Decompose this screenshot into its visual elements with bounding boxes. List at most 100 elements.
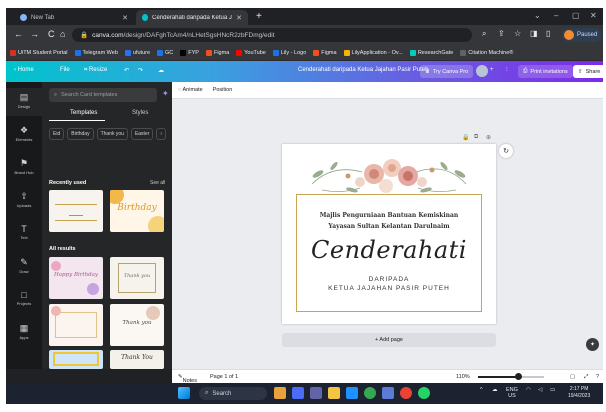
forward-icon[interactable]: → <box>30 29 39 39</box>
cloud-icon[interactable]: ☁ <box>158 67 164 74</box>
rail-item-apps[interactable]: ▦ Apps <box>6 319 42 347</box>
bookmark-item[interactable]: Telegram Web <box>74 49 118 56</box>
rail-item-brand-hub[interactable]: ⚑ Brand Hub <box>6 154 42 182</box>
user-avatar[interactable] <box>476 65 488 77</box>
maximize-icon[interactable]: ▢ <box>572 11 580 20</box>
profile-button[interactable]: Paused <box>562 28 603 42</box>
rail-item-projects[interactable]: □ Projects <box>6 286 42 314</box>
zoom-slider-handle[interactable] <box>514 373 522 380</box>
analytics-icon[interactable]: ⫶ <box>506 67 508 74</box>
see-all-link[interactable]: See all <box>150 180 165 186</box>
back-icon[interactable]: ← <box>14 29 23 39</box>
wifi-icon[interactable]: ◠ <box>526 387 531 393</box>
rail-item-draw[interactable]: ✎ Draw <box>6 253 42 281</box>
assistant-icon[interactable]: ✦ <box>586 338 599 351</box>
help-icon[interactable]: ? <box>596 374 599 380</box>
share-button[interactable]: ⇧ Share <box>573 65 603 78</box>
reload-icon[interactable]: C <box>48 29 55 39</box>
chrome-taskbar-icon[interactable] <box>364 387 376 399</box>
result-thumb-6[interactable]: Thank You <box>110 350 164 369</box>
lock-page-icon[interactable]: 🔒 <box>462 134 469 141</box>
card-line-1[interactable]: Majlis Pengurniaan Bantuan Kemiskinan <box>282 212 496 219</box>
try-pro-button[interactable]: ♛ Try Canva Pro <box>420 65 474 78</box>
chip-easter[interactable]: Easter <box>130 128 154 140</box>
bookmark-item[interactable]: Figma <box>205 49 229 56</box>
tab-styles[interactable]: Styles <box>132 110 148 116</box>
minimize-icon[interactable]: – <box>554 11 558 20</box>
template-search-input[interactable]: ⌕ Search Card templates <box>49 88 157 102</box>
windows-start-icon[interactable] <box>178 387 190 399</box>
file-explorer-icon[interactable] <box>328 387 340 399</box>
bookmark-item[interactable]: Figma <box>313 49 337 56</box>
extensions-icon[interactable]: ◨ <box>530 29 538 38</box>
result-thumb-3[interactable] <box>49 304 103 346</box>
language-indicator[interactable]: ENG US <box>506 387 518 399</box>
rail-item-text[interactable]: T Text <box>6 220 42 248</box>
volume-icon[interactable]: ◁ <box>538 387 542 393</box>
close-icon[interactable]: ✕ <box>236 14 242 22</box>
zoom-slider[interactable] <box>478 373 544 380</box>
home-button[interactable]: ‹ Home <box>14 67 34 73</box>
bookmark-item[interactable]: UiTM Student Portal <box>10 49 68 56</box>
redo-icon[interactable]: ↷ <box>138 67 143 74</box>
chip-birthday[interactable]: Birthday <box>67 128 94 140</box>
app-icon[interactable] <box>400 387 412 399</box>
chevron-right-icon[interactable]: › <box>156 128 167 140</box>
task-view-icon[interactable] <box>292 387 304 399</box>
system-clock[interactable]: 2:17 PM 19/4/2023 <box>568 386 590 400</box>
chip-eid[interactable]: Eid <box>49 128 65 140</box>
design-page[interactable]: Majlis Pengurniaan Bantuan Kemiskinan Ya… <box>282 144 496 324</box>
bookmark-item[interactable]: Citation Machine® <box>460 49 513 56</box>
fullscreen-icon[interactable]: ⤢ <box>584 374 588 381</box>
bookmark-item[interactable]: YouTube <box>236 49 266 56</box>
card-line-2[interactable]: Yayasan Sultan Kelantan Darulnaim <box>282 223 496 230</box>
close-icon[interactable]: ✕ <box>122 14 128 22</box>
card-line-4[interactable]: KETUA JAJAHAN PASIR PUTEH <box>282 285 496 292</box>
undo-icon[interactable]: ↶ <box>124 67 129 74</box>
notes-button[interactable]: ✎ Notes <box>178 374 197 384</box>
whatsapp-icon[interactable] <box>418 387 430 399</box>
document-title[interactable]: Cenderahati daripada Ketua Jajahan Pasir… <box>298 67 428 73</box>
duplicate-page-icon[interactable]: ⧉ <box>474 134 478 141</box>
recent-thumb-2[interactable]: Birthday <box>110 190 164 232</box>
bookmark-item[interactable]: ufuture <box>124 49 150 56</box>
position-button[interactable]: Position <box>213 87 233 93</box>
print-invitations-button[interactable]: ⎙ Print invitations <box>518 65 573 78</box>
edge-icon[interactable] <box>346 387 358 399</box>
result-thumb-5[interactable] <box>49 350 103 369</box>
share-page-icon[interactable]: ⇪ <box>498 29 505 38</box>
teams-icon[interactable] <box>310 387 322 399</box>
bookmark-item[interactable]: LilyApplication - Ov... <box>343 49 403 56</box>
window-close-icon[interactable]: ✕ <box>590 11 597 20</box>
rotate-icon[interactable]: ↻ <box>499 144 513 158</box>
cloud-tray-icon[interactable]: ☁ <box>492 387 498 393</box>
add-page-button[interactable]: + Add page <box>282 333 496 347</box>
file-menu[interactable]: File <box>60 67 70 73</box>
bookmark-item[interactable]: ResearchGate <box>409 49 453 56</box>
tab-new-tab[interactable]: New Tab ✕ <box>14 10 134 25</box>
result-thumb-4[interactable]: Thank you <box>110 304 164 346</box>
tab-canva[interactable]: Cenderahati daripada Ketua Jajah ✕ <box>136 10 248 25</box>
chevron-down-icon[interactable]: ⌄ <box>534 11 541 20</box>
result-thumb-1[interactable]: Happy Birthday <box>49 257 103 299</box>
rail-item-uploads[interactable]: ⇧ Uploads <box>6 187 42 215</box>
add-page-icon[interactable]: ⊕ <box>486 134 491 141</box>
magic-icon[interactable]: ✦ <box>162 89 169 98</box>
bookmark-item[interactable]: GC <box>157 49 173 56</box>
recent-thumb-1[interactable] <box>49 190 103 232</box>
sidepanel-icon[interactable]: ▯ <box>546 29 550 38</box>
zoom-lens-icon[interactable]: ⌕ <box>482 29 486 39</box>
pages-grid-icon[interactable]: ▢ <box>570 374 575 380</box>
widgets-icon[interactable] <box>274 387 286 399</box>
animate-button[interactable]: ◌ Animate <box>178 87 203 93</box>
tab-templates[interactable]: Templates <box>70 110 97 116</box>
result-thumb-2[interactable]: Thank you <box>110 257 164 299</box>
battery-icon[interactable]: ▭ <box>550 387 555 393</box>
home-icon[interactable]: ⌂ <box>60 29 65 39</box>
address-bar[interactable]: 🔒 canva.com/design/DAFghTcAm4/nLHetSgsHN… <box>72 28 472 42</box>
bookmark-item[interactable]: FYP <box>180 49 199 56</box>
store-icon[interactable] <box>382 387 394 399</box>
rail-item-design[interactable]: ▤ Design <box>6 88 42 116</box>
star-icon[interactable]: ☆ <box>514 29 521 38</box>
bookmark-item[interactable]: Lily - Logo <box>272 49 306 56</box>
